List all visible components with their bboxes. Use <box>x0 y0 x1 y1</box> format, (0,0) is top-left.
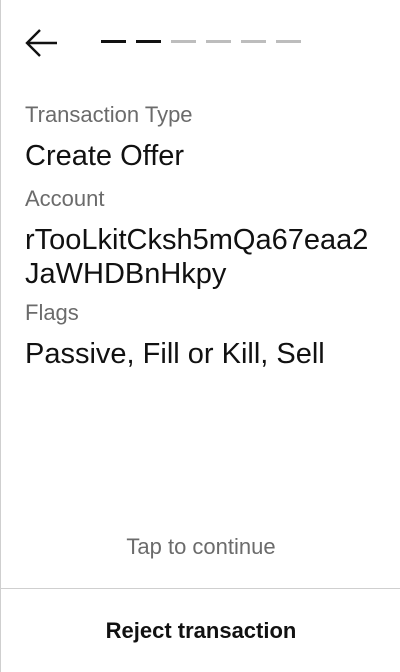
progress-step <box>101 40 126 43</box>
progress-step <box>171 40 196 43</box>
progress-step <box>206 40 231 43</box>
flags-label: Flags <box>25 300 79 325</box>
account-label: Account <box>25 186 105 211</box>
transaction-type-label: Transaction Type <box>25 102 193 127</box>
transaction-details: Transaction Type Create Offer Account rT… <box>25 101 385 371</box>
flags-section: Flags Passive, Fill or Kill, Sell <box>25 299 385 371</box>
back-button[interactable] <box>25 28 59 58</box>
progress-step <box>276 40 301 43</box>
progress-step <box>241 40 266 43</box>
tap-to-continue[interactable]: Tap to continue <box>1 533 400 561</box>
transaction-type-section: Transaction Type Create Offer <box>25 101 385 173</box>
progress-stepper <box>101 40 301 44</box>
flags-value: Passive, Fill or Kill, Sell <box>25 338 325 370</box>
reject-transaction-button[interactable]: Reject transaction <box>1 589 400 672</box>
arrow-left-icon <box>25 28 59 58</box>
screen: Transaction Type Create Offer Account rT… <box>0 0 400 672</box>
header <box>25 28 377 60</box>
account-section: Account rTooLkitCksh5mQa67eaa2JaWHDBnHkp… <box>25 185 385 291</box>
transaction-type-value: Create Offer <box>25 140 185 172</box>
account-value: rTooLkitCksh5mQa67eaa2JaWHDBnHkpy <box>25 224 369 290</box>
progress-step <box>136 40 161 43</box>
